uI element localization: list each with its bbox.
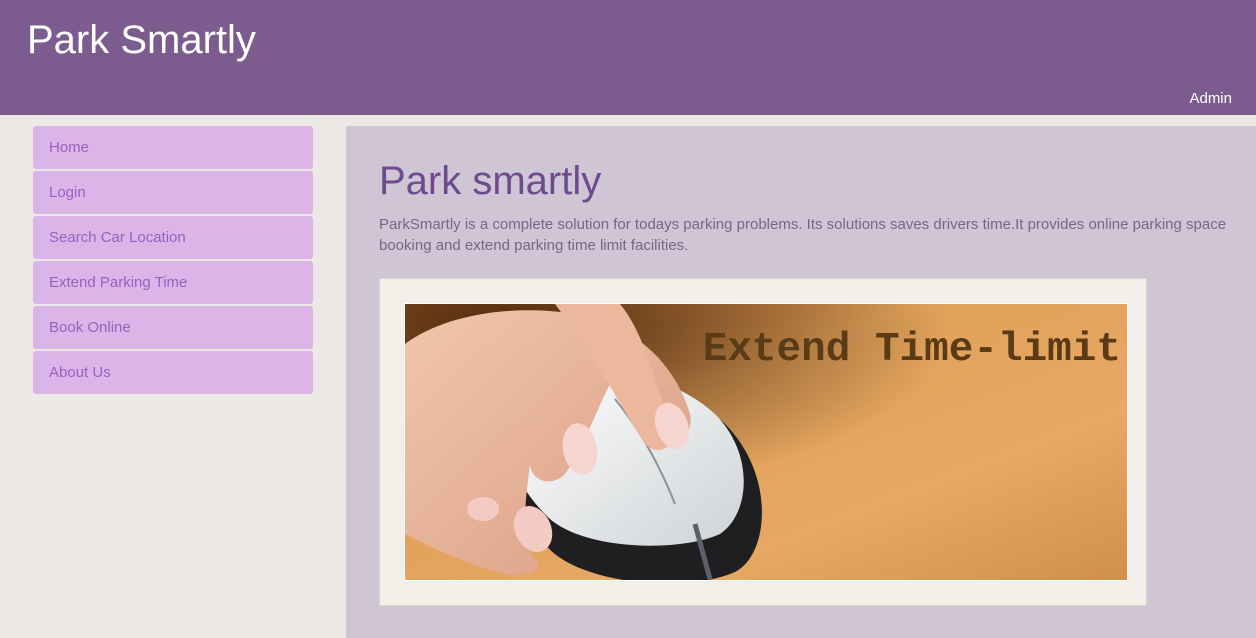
page-description: ParkSmartly is a complete solution for t… (379, 216, 1227, 254)
sidebar-nav: Home Login Search Car Location Extend Pa… (33, 126, 313, 396)
admin-link[interactable]: Admin (1189, 90, 1232, 108)
sidebar-item-extend-parking-time[interactable]: Extend Parking Time (33, 261, 313, 304)
banner-caption: Extend Time-limit (703, 327, 1121, 373)
site-title: Park Smartly (27, 18, 256, 62)
main-content: Park smartly ParkSmartly is a complete s… (346, 126, 1256, 638)
sidebar-item-login[interactable]: Login (33, 171, 313, 214)
sidebar-item-about-us[interactable]: About Us (33, 351, 313, 394)
sidebar-item-book-online[interactable]: Book Online (33, 306, 313, 349)
banner-image: Extend Time-limit (404, 303, 1128, 581)
banner-frame: Extend Time-limit (379, 278, 1147, 606)
page-title: Park smartly (379, 159, 602, 203)
sidebar-item-search-car-location[interactable]: Search Car Location (33, 216, 313, 259)
site-header: Park Smartly Admin (0, 0, 1256, 115)
hand-on-mouse-illustration: Extend Time-limit (405, 304, 1127, 580)
sidebar-item-home[interactable]: Home (33, 126, 313, 169)
